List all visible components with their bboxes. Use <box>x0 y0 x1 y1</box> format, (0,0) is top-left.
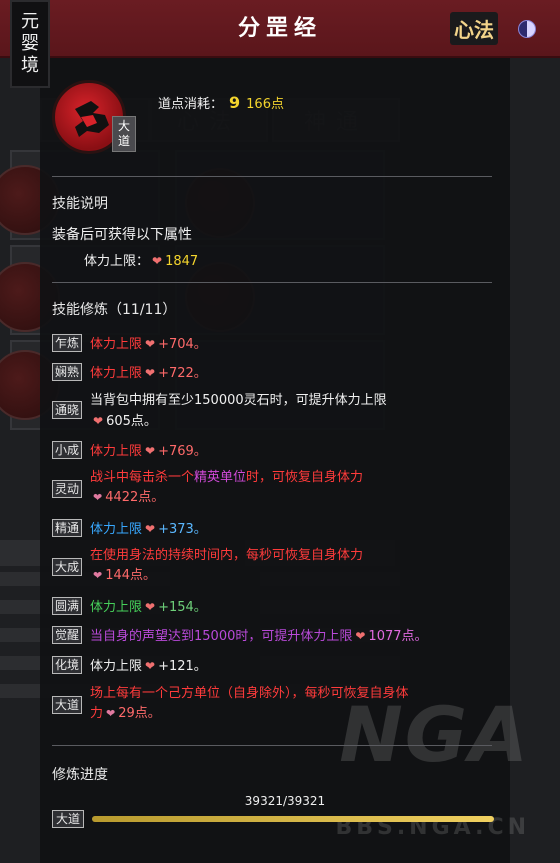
stage-tag: 觉醒 <box>52 626 82 644</box>
stage-tag: 通晓 <box>52 401 82 419</box>
attr-value: 1847 <box>165 254 199 269</box>
progress-fill <box>92 816 494 822</box>
heart-icon: ❤ <box>145 659 156 673</box>
heal-icon: ❤ <box>93 491 103 504</box>
stage-tag: 灵动 <box>52 480 82 498</box>
heart-icon: ❤ <box>145 522 156 536</box>
divider <box>52 176 492 177</box>
heart-icon: ❤ <box>145 337 156 351</box>
divider <box>52 282 492 283</box>
stage-tag: 乍炼 <box>52 334 82 352</box>
dao-point-cost: 道点消耗： 9 166点 <box>158 93 284 112</box>
heart-icon: ❤ <box>145 600 156 614</box>
heal-icon: ❤ <box>93 569 103 582</box>
attr-label: 体力上限： <box>84 254 150 269</box>
progress-value: 39321/39321 <box>244 794 326 808</box>
realm-badge: 元 婴 境 <box>10 0 50 88</box>
heart-icon: ❤ <box>93 414 104 428</box>
section-heading-progress: 修炼进度 <box>52 767 108 783</box>
fist-glyph-icon <box>75 101 109 137</box>
stage-tag: 小成 <box>52 441 82 459</box>
heart-icon: ❤ <box>355 629 366 643</box>
description-text: 装备后可获得以下属性 <box>52 227 192 243</box>
realm-char: 婴 <box>21 33 39 54</box>
dao-point-icon: 9 <box>229 93 241 112</box>
stage-tag: 大道 <box>52 696 82 714</box>
mind-method-tag[interactable]: 心法 <box>450 12 498 45</box>
heal-icon: ❤ <box>106 707 116 720</box>
progress-bar <box>92 816 494 822</box>
realm-char: 元 <box>21 11 39 32</box>
stage-tag: 精通 <box>52 519 82 537</box>
yin-yang-icon[interactable] <box>518 20 536 38</box>
heart-icon: ❤ <box>145 444 156 458</box>
cost-label: 道点消耗： <box>158 97 224 112</box>
stage-tag: 化境 <box>52 656 82 674</box>
divider <box>52 745 492 746</box>
stage-tag: 娴熟 <box>52 363 82 381</box>
section-heading-training: 技能修炼（11/11） <box>52 302 177 318</box>
cost-value: 166点 <box>246 97 284 112</box>
stage-tag: 大成 <box>52 558 82 576</box>
stage-tag: 大道 <box>52 810 84 828</box>
realm-char: 境 <box>21 55 39 76</box>
stage-tag: 圆满 <box>52 597 82 615</box>
heart-icon: ❤ <box>152 254 163 268</box>
grade-badge: 大 道 <box>112 116 136 152</box>
section-heading-description: 技能说明 <box>52 196 108 212</box>
heart-icon: ❤ <box>145 366 156 380</box>
attribute-row: 体力上限： ❤ 1847 <box>84 250 198 269</box>
